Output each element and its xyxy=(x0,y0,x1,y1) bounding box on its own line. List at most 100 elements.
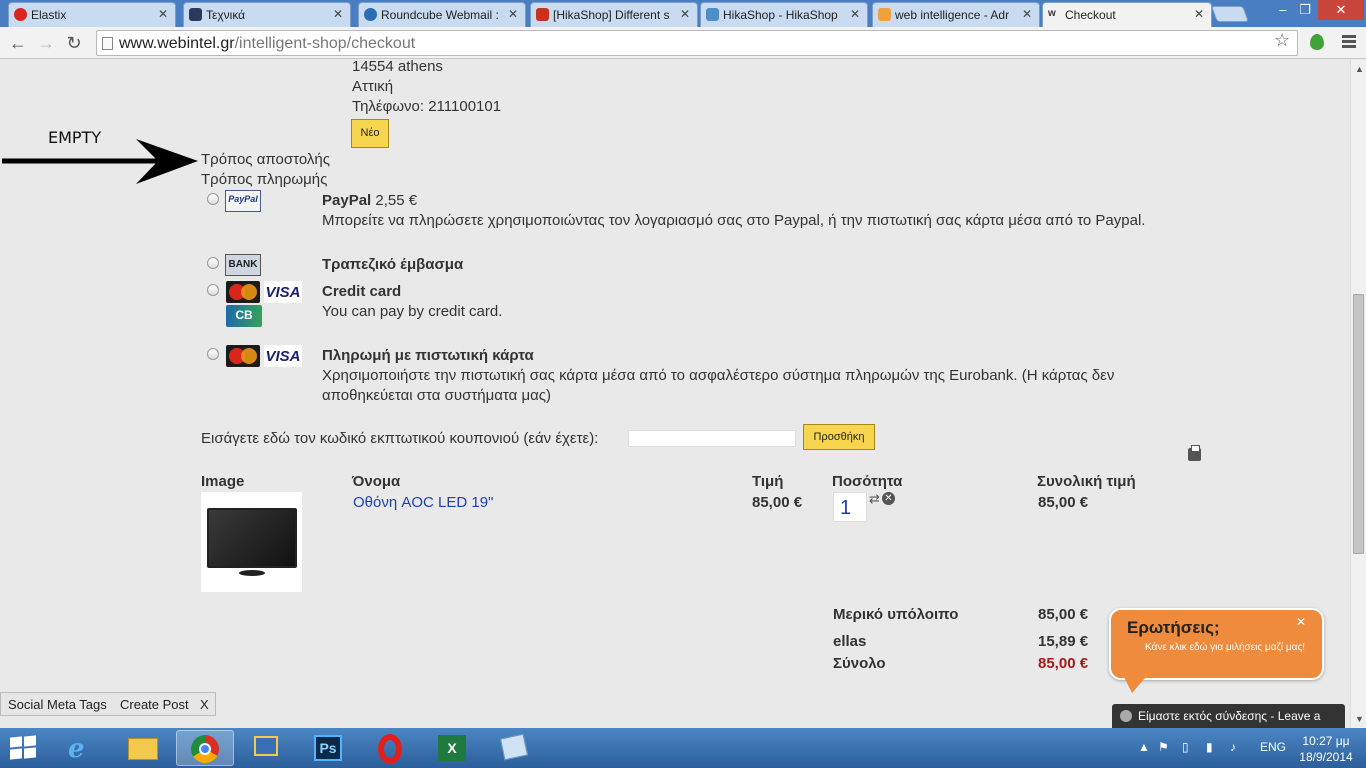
joomla-favicon-icon xyxy=(189,8,202,21)
close-tab-icon[interactable]: ✕ xyxy=(850,7,860,21)
scroll-up-icon[interactable]: ▲ xyxy=(1355,64,1364,74)
volume-icon[interactable]: ♪ xyxy=(1230,740,1236,754)
close-tab-icon[interactable]: ✕ xyxy=(1194,7,1204,21)
forward-arrow-icon[interactable]: → xyxy=(36,33,56,53)
action-center-flag-icon[interactable]: ⚑ xyxy=(1158,740,1169,754)
remove-item-icon[interactable]: ✕ xyxy=(882,492,895,505)
language-indicator[interactable]: ENG xyxy=(1260,740,1286,754)
product-price: 85,00 € xyxy=(752,494,803,511)
coupon-input[interactable] xyxy=(628,430,796,447)
new-tab-button[interactable] xyxy=(1211,6,1249,22)
coupon-add-button[interactable]: Προσθήκη xyxy=(803,424,875,450)
excel-taskbar-icon[interactable]: X xyxy=(424,730,482,766)
device-icon[interactable]: ▯ xyxy=(1182,740,1189,754)
maximize-icon[interactable]: ❐ xyxy=(1294,0,1316,20)
roundcube-favicon-icon xyxy=(364,8,377,21)
chat-invite-bubble[interactable]: Ερωτήσεις; Κάνε κλικ εδώ για μιλήσεις μα… xyxy=(1109,608,1324,680)
tab-hikashop[interactable]: HikaShop - HikaShop ✕ xyxy=(700,2,868,27)
network-signal-icon[interactable]: ▮ xyxy=(1206,740,1213,754)
chat-status-bar[interactable]: Είμαστε εκτός σύνδεσης - Leave a xyxy=(1112,704,1345,728)
taskbar-clock[interactable]: 10:27 μμ 18/9/2014 xyxy=(1296,733,1356,765)
bank-transfer-radio[interactable] xyxy=(207,257,219,269)
chat-subtitle: Κάνε κλικ εδώ για μιλήσεις μαζί μας! xyxy=(1145,642,1306,653)
payment-method-name: Credit card xyxy=(322,283,402,300)
shipping-label: ellas xyxy=(833,633,867,650)
tab-technika[interactable]: Τεχνικά ✕ xyxy=(183,2,351,27)
social-bar-close-button[interactable]: X xyxy=(200,697,209,712)
minimize-icon[interactable]: ‒ xyxy=(1272,0,1294,20)
photoshop-taskbar-icon[interactable]: Ps xyxy=(300,730,358,766)
close-tab-icon[interactable]: ✕ xyxy=(333,7,343,21)
webintel-favicon-icon: w xyxy=(1048,8,1056,19)
tab-elastix[interactable]: Elastix ✕ xyxy=(8,2,176,27)
close-tab-icon[interactable]: ✕ xyxy=(508,7,518,21)
network-app-taskbar-icon[interactable] xyxy=(238,730,296,766)
product-total: 85,00 € xyxy=(1038,494,1089,511)
monitor-image-icon xyxy=(207,508,297,568)
tab-roundcube[interactable]: Roundcube Webmail : ✕ xyxy=(358,2,526,27)
new-address-button[interactable]: Νέο xyxy=(351,119,389,148)
bank-logo-icon: BANK xyxy=(225,254,261,276)
social-meta-tags-link[interactable]: Social Meta Tags xyxy=(8,697,107,712)
scrollbar-thumb[interactable] xyxy=(1353,294,1364,554)
cart-header-price: Τιμή xyxy=(752,473,784,490)
ie-taskbar-icon[interactable]: e xyxy=(52,730,110,766)
chat-status-text: Είμαστε εκτός σύνδεσης - Leave a xyxy=(1138,709,1321,723)
shipping-method-label: Τρόπος αποστολής xyxy=(201,151,330,168)
gmail-favicon-icon xyxy=(536,8,549,21)
explorer-taskbar-icon[interactable] xyxy=(114,730,172,766)
quantity-input[interactable] xyxy=(833,492,867,522)
browser-toolbar: ← → ↻ www.webintel.gr/intelligent-shop/c… xyxy=(0,27,1366,59)
tab-web-intelligence[interactable]: web intelligence - Adr ✕ xyxy=(872,2,1040,27)
back-arrow-icon[interactable]: ← xyxy=(8,33,28,53)
opera-taskbar-icon[interactable] xyxy=(362,730,420,766)
credit-card-radio[interactable] xyxy=(207,284,219,296)
visa-logo-icon: VISA xyxy=(264,345,302,367)
tab-label: HikaShop - HikaShop xyxy=(723,8,838,22)
close-tab-icon[interactable]: ✕ xyxy=(158,7,168,21)
cart-header-quantity: Ποσότητα xyxy=(832,473,903,490)
clock-date: 18/9/2014 xyxy=(1299,750,1353,764)
refresh-quantity-icon[interactable]: ⇄ xyxy=(869,491,880,507)
cart-header-name: Όνομα xyxy=(352,473,401,490)
notes-taskbar-icon[interactable] xyxy=(486,730,544,766)
product-image[interactable] xyxy=(201,492,302,592)
start-button[interactable] xyxy=(10,735,38,761)
tab-label: web intelligence - Adr xyxy=(895,8,1010,22)
tab-label: Elastix xyxy=(31,8,67,22)
close-tab-icon[interactable]: ✕ xyxy=(1022,7,1032,21)
tab-label: Roundcube Webmail : xyxy=(381,8,499,22)
payment-method-description: Χρησιμοποιήστε την πιστωτική σας κάρτα μ… xyxy=(322,367,1115,404)
bookmark-star-icon[interactable]: ☆ xyxy=(1274,30,1290,51)
printer-icon[interactable] xyxy=(1188,445,1201,461)
address-phone: Τηλέφωνο: 211100101 xyxy=(352,98,502,115)
paypal-radio[interactable] xyxy=(207,193,219,205)
tab-checkout[interactable]: w Checkout ✕ xyxy=(1042,2,1212,27)
scroll-down-icon[interactable]: ▼ xyxy=(1355,714,1364,724)
product-name-link[interactable]: Οθόνη AOC LED 19" xyxy=(353,494,493,511)
tab-gmail-hikashop[interactable]: [HikaShop] Different s ✕ xyxy=(530,2,698,27)
payment-method-name: Πληρωμή με πιστωτική κάρτα xyxy=(322,347,534,364)
chrome-taskbar-icon[interactable] xyxy=(176,730,234,766)
mastercard-logo-icon xyxy=(226,281,260,303)
close-tab-icon[interactable]: ✕ xyxy=(680,7,690,21)
window-close-icon[interactable]: ✕ xyxy=(1318,0,1364,20)
url-host: www.webintel.gr xyxy=(119,35,235,52)
clock-time: 10:27 μμ xyxy=(1302,734,1350,748)
payment-method-label: Τρόπος πληρωμής xyxy=(201,171,328,188)
page-scrollbar[interactable]: ▲ ▼ xyxy=(1350,60,1366,728)
subtotal-value: 85,00 € xyxy=(1038,606,1089,623)
reload-icon[interactable]: ↻ xyxy=(64,33,84,53)
address-region: Αττική xyxy=(352,78,394,95)
eurobank-card-radio[interactable] xyxy=(207,348,219,360)
annotation-arrow-icon xyxy=(2,139,198,184)
address-bar[interactable]: www.webintel.gr/intelligent-shop/checkou… xyxy=(96,30,1298,56)
tray-expand-icon[interactable]: ▲ xyxy=(1138,740,1150,754)
social-toolbar: Social Meta Tags Create Post X xyxy=(0,692,216,716)
chat-close-icon[interactable]: ✕ xyxy=(1296,615,1306,629)
page-icon xyxy=(102,37,113,50)
extension-icon[interactable] xyxy=(1310,34,1324,50)
chrome-menu-icon[interactable] xyxy=(1342,35,1356,50)
tab-label: Checkout xyxy=(1065,8,1116,22)
create-post-link[interactable]: Create Post xyxy=(120,697,189,712)
